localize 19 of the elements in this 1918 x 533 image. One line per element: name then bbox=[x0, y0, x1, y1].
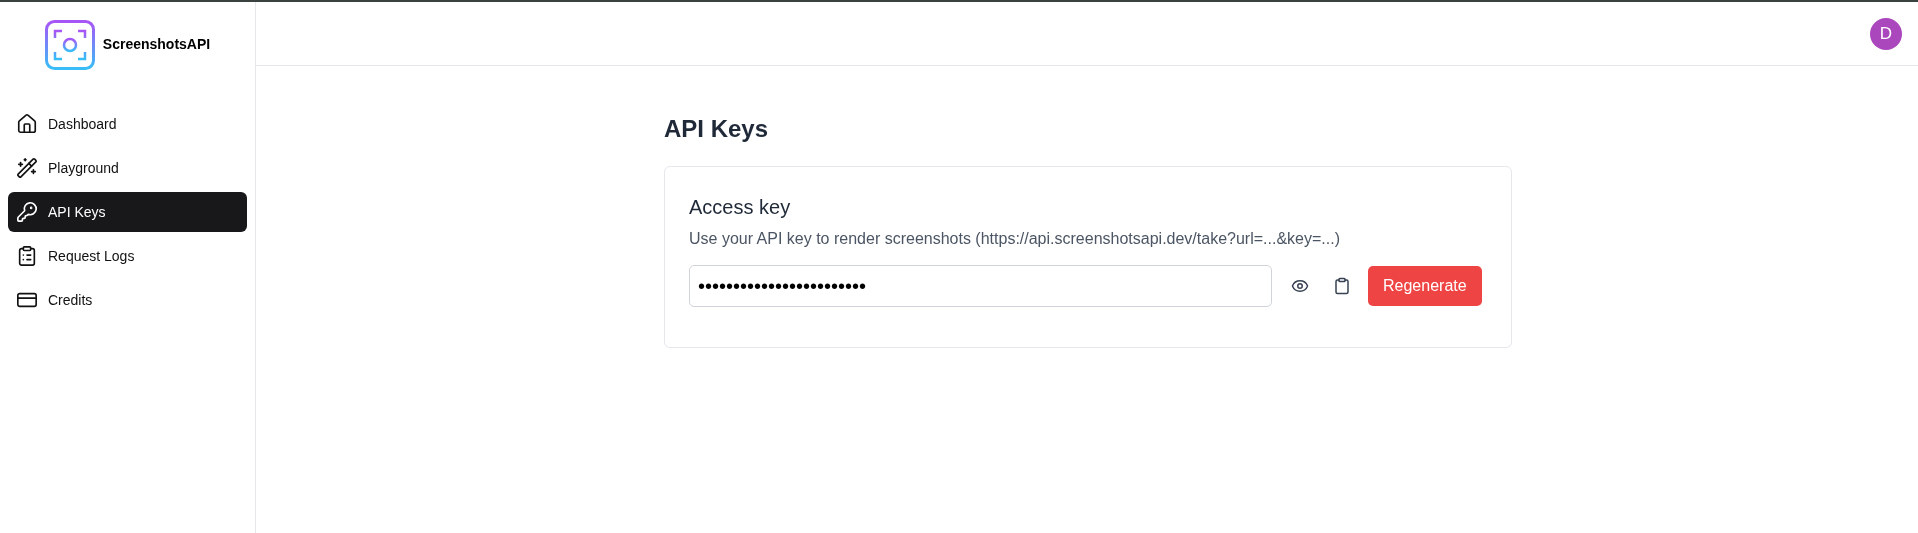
key-icon bbox=[16, 201, 38, 223]
eye-icon bbox=[1291, 277, 1309, 295]
api-key-field[interactable]: •••••••••••••••••••••••• bbox=[689, 265, 1272, 307]
sidebar-item[interactable]: Request Logs bbox=[8, 236, 247, 276]
brand-name: ScreenshotsAPI bbox=[102, 35, 211, 54]
clipboard-icon bbox=[16, 245, 38, 267]
clipboard-icon bbox=[1333, 277, 1351, 295]
sidebar-item[interactable]: Playground bbox=[8, 148, 247, 188]
card-description: Use your API key to render screenshots (https://api.screenshotsapi.dev/take?url=...&key=...) bbox=[689, 229, 1341, 249]
home-icon bbox=[16, 113, 38, 135]
magic-wand-icon bbox=[16, 157, 38, 179]
card-title: Access key bbox=[689, 195, 792, 220]
user-avatar[interactable]: D bbox=[1870, 17, 1902, 50]
sidebar-item[interactable]: API Keys bbox=[8, 192, 247, 232]
logo-icon bbox=[44, 19, 95, 70]
regenerate-button[interactable]: Regenerate bbox=[1368, 266, 1482, 306]
sidebar-item[interactable]: Dashboard bbox=[8, 104, 247, 144]
sidebar-item[interactable]: Credits bbox=[8, 280, 247, 320]
page-title: API Keys bbox=[664, 114, 770, 144]
